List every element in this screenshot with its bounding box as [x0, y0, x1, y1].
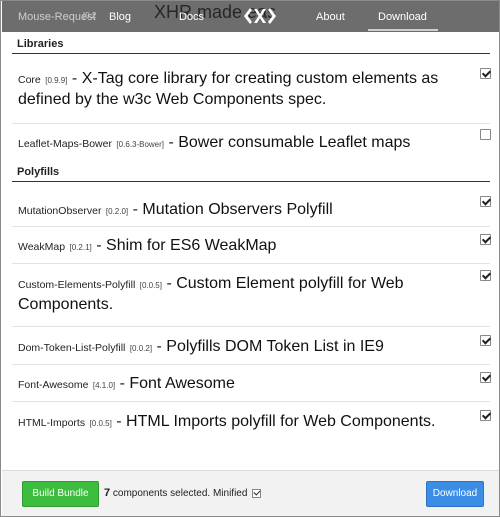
separator: - [119, 375, 125, 392]
component-description: X-Tag core library for creating custom e… [18, 70, 439, 108]
nav-download-link[interactable]: Download [378, 11, 427, 23]
list-item-leaflet-maps-bower: Leaflet-Maps-Bower [0.6.3-Bower] - Bower… [18, 133, 470, 154]
libraries-heading: Libraries [12, 38, 490, 54]
nav-active-underline [368, 29, 438, 31]
row-divider [12, 263, 490, 264]
component-version: [0.2.0] [105, 207, 129, 216]
selection-status-text: components selected. Minified [112, 488, 248, 499]
checkbox-custom-elements-polyfill[interactable] [480, 270, 491, 281]
component-version: [4.1.0] [92, 381, 116, 390]
component-name: Dom-Token-List-Polyfill [18, 342, 126, 354]
component-name: Custom-Elements-Polyfill [18, 279, 136, 291]
checkbox-leaflet-maps-bower[interactable] [480, 129, 491, 140]
component-description: HTML Imports polyfill for Web Components… [126, 413, 436, 430]
component-name: MutationObserver [18, 205, 102, 217]
separator: - [168, 134, 174, 151]
list-item-dom-token-list-polyfill: Dom-Token-List-Polyfill [0.0.2] - Polyfi… [18, 337, 470, 358]
component-version: [0.9.9] [45, 76, 68, 85]
list-item-mutationobserver: MutationObserver [0.2.0] - Mutation Obse… [18, 200, 470, 221]
selection-status: 7 components selected. Minified [104, 487, 262, 499]
separator: - [71, 70, 78, 87]
checkbox-core[interactable] [480, 68, 491, 79]
download-button[interactable]: Download [426, 481, 484, 507]
selected-count: 7 [104, 487, 111, 499]
nav-ghost-version: [0.2 [83, 11, 97, 20]
minified-checkbox[interactable] [252, 489, 262, 498]
row-divider [12, 123, 490, 124]
checkbox-font-awesome[interactable] [480, 372, 491, 383]
list-item-custom-elements-polyfill: Custom-Elements-Polyfill [0.0.5] - Custo… [18, 274, 470, 316]
component-description: Font Awesome [129, 375, 235, 392]
checkbox-weakmap[interactable] [480, 234, 491, 245]
component-description: Mutation Observers Polyfill [142, 201, 333, 218]
component-name: Font-Awesome [18, 379, 89, 391]
row-divider [12, 401, 490, 402]
component-list[interactable]: Libraries Core [0.9.9] - X-Tag core libr… [2, 32, 499, 470]
component-version: [0.6.3-Bower] [116, 140, 164, 149]
checkbox-dom-token-list-polyfill[interactable] [480, 335, 491, 346]
nav-about-link[interactable]: About [316, 11, 345, 23]
list-item-core: Core [0.9.9] - X-Tag core library for cr… [18, 69, 470, 111]
top-nav: Mouse-Request [0.2 XHR made eas Blog Doc… [2, 1, 499, 32]
separator: - [96, 237, 102, 254]
nav-blog-link[interactable]: Blog [109, 11, 131, 23]
list-item-font-awesome: Font-Awesome [4.1.0] - Font Awesome [18, 374, 470, 395]
separator: - [156, 338, 162, 355]
row-divider [12, 364, 490, 365]
component-name: Core [18, 74, 41, 86]
nav-docs-link[interactable]: Docs [179, 11, 204, 23]
x-tag-logo-icon[interactable] [241, 4, 279, 28]
row-divider [12, 226, 490, 227]
component-version: [0.0.5] [139, 281, 162, 290]
separator: - [132, 201, 138, 218]
component-name: HTML-Imports [18, 417, 86, 429]
component-name: Leaflet-Maps-Bower [18, 138, 112, 150]
component-version: [0.2.1] [69, 243, 92, 252]
component-name: WeakMap [18, 241, 66, 253]
component-description: Shim for ES6 WeakMap [106, 237, 277, 254]
checkbox-mutationobserver[interactable] [480, 196, 491, 207]
checkbox-html-imports[interactable] [480, 410, 491, 421]
list-item-weakmap: WeakMap [0.2.1] - Shim for ES6 WeakMap [18, 236, 470, 257]
separator: - [166, 275, 172, 292]
component-description: Bower consumable Leaflet maps [178, 134, 411, 151]
separator: - [116, 413, 122, 430]
polyfills-heading: Polyfills [12, 166, 490, 182]
list-item-html-imports: HTML-Imports [0.0.5] - HTML Imports poly… [18, 412, 470, 433]
app-window: Mouse-Request [0.2 XHR made eas Blog Doc… [0, 0, 500, 517]
row-divider [12, 326, 490, 327]
build-bundle-button[interactable]: Build Bundle [22, 481, 99, 507]
component-description: Polyfills DOM Token List in IE9 [166, 338, 384, 355]
component-version: [0.0.2] [129, 344, 153, 353]
footer-bar: Build Bundle 7 components selected. Mini… [2, 470, 499, 516]
component-version: [0.0.5] [89, 419, 112, 428]
